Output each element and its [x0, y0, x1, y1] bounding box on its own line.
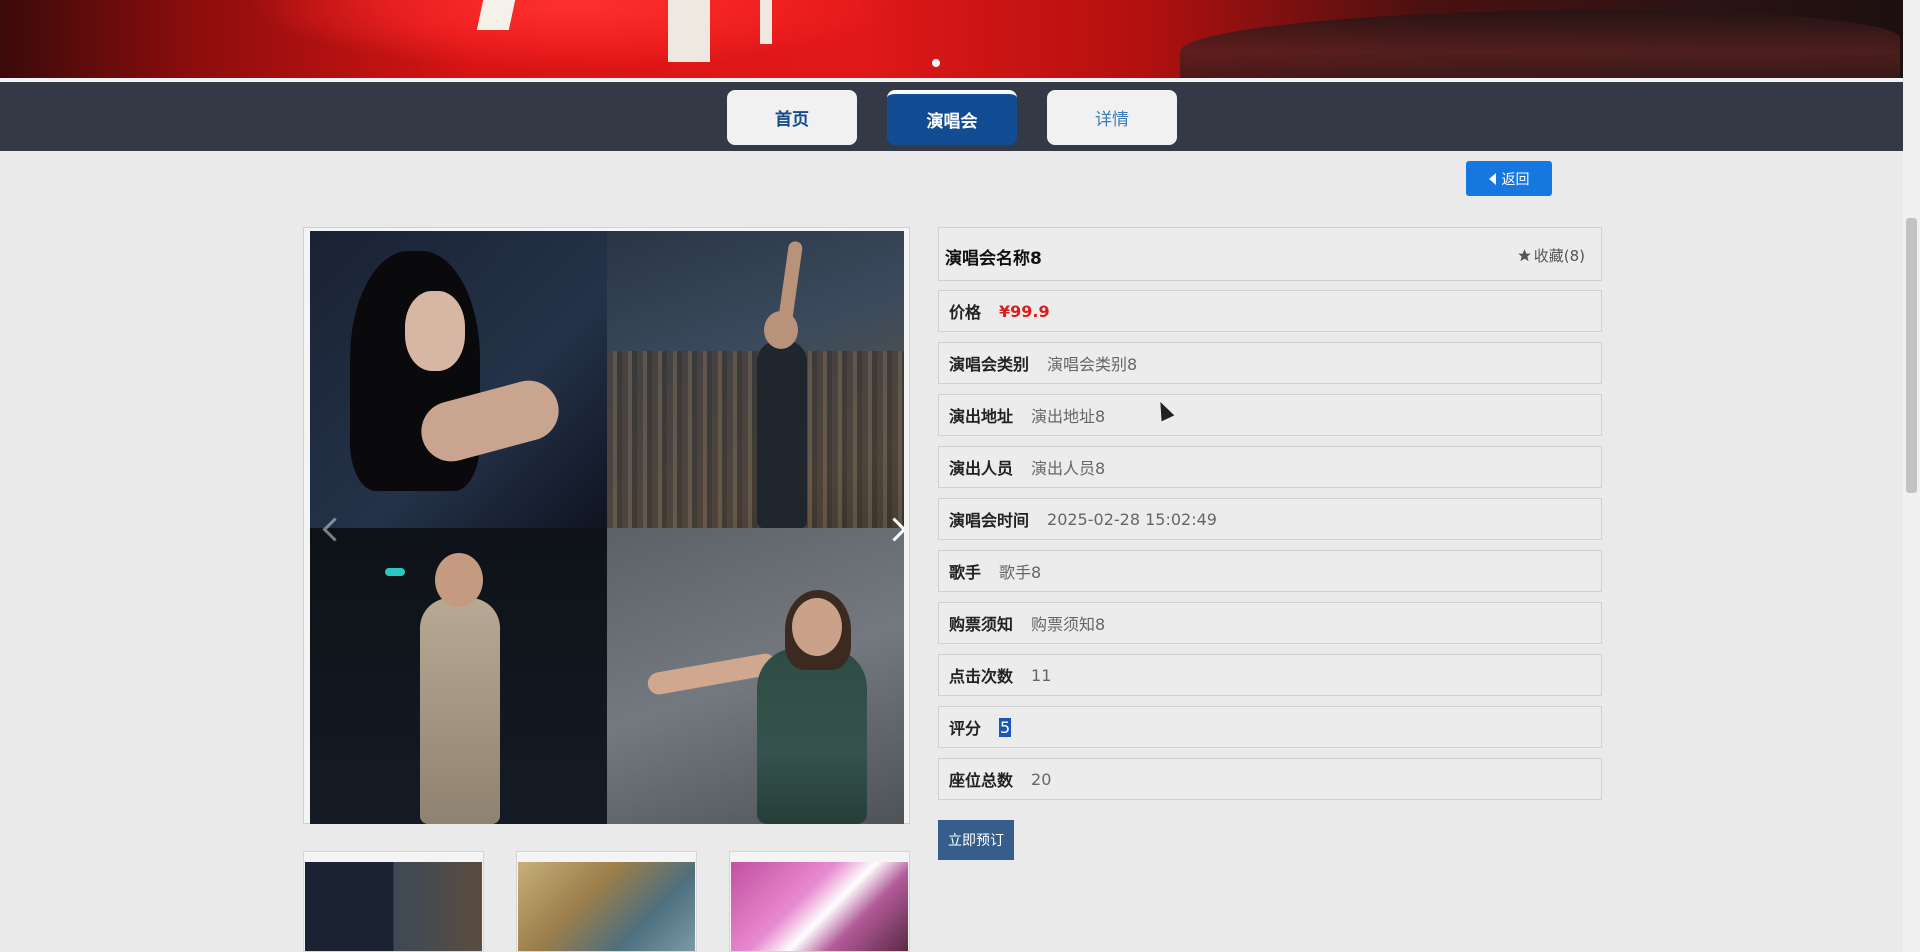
- banner-glow: [250, 0, 900, 70]
- scrollbar-thumb[interactable]: [1906, 218, 1917, 493]
- photo-detail: [792, 598, 842, 656]
- info-value: 11: [1031, 665, 1052, 685]
- photo-tile: [607, 528, 904, 824]
- rating-value: 5: [999, 717, 1012, 737]
- photo-detail: [405, 291, 465, 371]
- info-row-singer: 歌手 歌手8: [938, 550, 1602, 592]
- info-row-notice: 购票须知 购票须知8: [938, 602, 1602, 644]
- info-value: 演出人员8: [1031, 459, 1106, 478]
- info-row-clicks: 点击次数 11: [938, 654, 1602, 696]
- star-icon: [1518, 249, 1531, 262]
- photo-detail: [757, 648, 867, 824]
- thumbnail[interactable]: [516, 851, 697, 952]
- tab-details[interactable]: 详情: [1047, 90, 1177, 145]
- book-now-button[interactable]: 立即预订: [938, 820, 1014, 860]
- thumbnail[interactable]: [303, 851, 484, 952]
- info-row-price: 价格 ¥99.9: [938, 290, 1602, 332]
- thumbnail-image: [518, 862, 695, 951]
- info-label: 演唱会类别: [949, 355, 1030, 374]
- thumbnail-image: [305, 862, 482, 951]
- banner-decoration: [476, 0, 516, 30]
- info-row-category: 演唱会类别 演唱会类别8: [938, 342, 1602, 384]
- caret-left-icon: [1488, 172, 1496, 185]
- info-row-performers: 演出人员 演出人员8: [938, 446, 1602, 488]
- photo-detail: [435, 553, 483, 607]
- photo-detail: [385, 568, 405, 576]
- photo-tile: [310, 528, 607, 824]
- back-button[interactable]: 返回: [1466, 161, 1552, 196]
- photo-tile: [607, 231, 904, 528]
- tab-concerts[interactable]: 演唱会: [887, 90, 1017, 145]
- photo-detail: [757, 341, 807, 528]
- main-nav: 首页 演唱会 详情: [0, 82, 1903, 151]
- concert-title: 演唱会名称8: [945, 249, 1042, 269]
- thumbnail[interactable]: [729, 851, 910, 952]
- photo-detail: [607, 351, 904, 528]
- info-value: 演唱会类别8: [1047, 355, 1138, 374]
- info-value: 歌手8: [999, 563, 1042, 582]
- info-value: 2025-02-28 15:02:49: [1047, 509, 1217, 529]
- info-value: 演出地址8: [1031, 407, 1106, 426]
- info-row-rating: 评分 5: [938, 706, 1602, 748]
- carousel-dot-icon[interactable]: [932, 59, 940, 67]
- banner-decoration: [668, 0, 710, 62]
- photo-tile: [310, 231, 607, 528]
- info-label: 评分: [949, 719, 982, 738]
- photo-detail: [764, 311, 798, 349]
- price-value: ¥99.9: [999, 301, 1050, 321]
- tab-home[interactable]: 首页: [727, 90, 857, 145]
- detail-title-row: 演唱会名称8 收藏(8): [938, 227, 1602, 281]
- info-row-seats: 座位总数 20: [938, 758, 1602, 800]
- image-carousel: [303, 227, 910, 824]
- banner-decoration: [1180, 10, 1900, 78]
- info-label: 演出地址: [949, 407, 1014, 426]
- banner-decoration: [760, 0, 772, 44]
- back-button-label: 返回: [1501, 171, 1530, 188]
- carousel-image: [310, 231, 904, 824]
- info-label: 购票须知: [949, 615, 1014, 634]
- info-label: 点击次数: [949, 667, 1014, 686]
- info-row-address: 演出地址 演出地址8: [938, 394, 1602, 436]
- favorite-button[interactable]: 收藏(8): [1517, 245, 1585, 266]
- info-value: 20: [1031, 769, 1052, 789]
- info-label: 价格: [949, 303, 982, 322]
- top-banner: [0, 0, 1903, 78]
- info-label: 座位总数: [949, 771, 1014, 790]
- thumbnail-image: [731, 862, 908, 951]
- info-label: 演出人员: [949, 459, 1014, 478]
- photo-detail: [420, 598, 500, 824]
- info-label: 歌手: [949, 563, 982, 582]
- info-value: 购票须知8: [1031, 615, 1106, 634]
- info-label: 演唱会时间: [949, 511, 1030, 530]
- favorite-label: 收藏(8): [1533, 247, 1585, 265]
- info-row-time: 演唱会时间 2025-02-28 15:02:49: [938, 498, 1602, 540]
